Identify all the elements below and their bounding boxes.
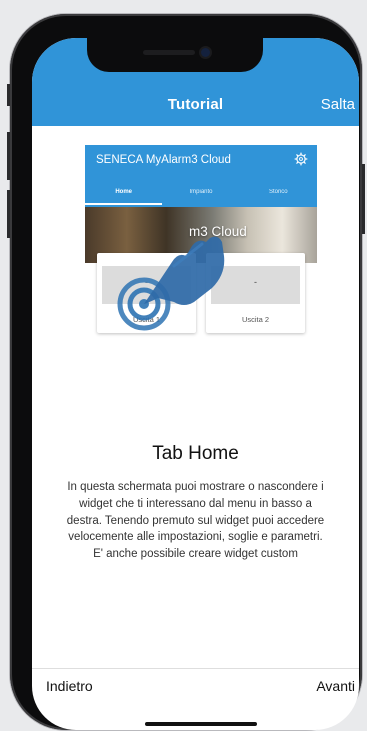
preview-tab-bar: Home Impianto Storico <box>85 183 317 201</box>
skip-button[interactable]: Salta <box>321 96 355 113</box>
preview-tab-impianto: Impianto <box>189 189 213 195</box>
section-description: In questa schermata puoi mostrare o nasc… <box>66 481 325 561</box>
phone-frame: Tutorial Salta SENECA MyAlarm3 Cloud Hom… <box>7 14 365 730</box>
preview-tab-storico: Storico <box>268 189 288 195</box>
preview-tab-home: Home <box>115 189 132 195</box>
tap-gesture-icon <box>117 236 225 331</box>
screen: Tutorial Salta SENECA MyAlarm3 Cloud Hom… <box>32 38 359 730</box>
preview-app-title: SENECA MyAlarm3 Cloud <box>96 154 231 166</box>
volume-up-button <box>7 132 10 180</box>
next-button[interactable]: Avanti <box>316 678 355 694</box>
footer-divider <box>32 668 359 669</box>
preview-tab-indicator <box>85 203 162 205</box>
mute-switch <box>7 84 10 106</box>
power-button <box>362 164 365 234</box>
notch <box>87 38 263 72</box>
volume-down-button <box>7 190 10 238</box>
camera-icon <box>201 48 210 57</box>
gear-icon <box>294 152 308 166</box>
preview-app-bar: SENECA MyAlarm3 Cloud Home Impianto Stor… <box>85 145 317 207</box>
page-title: Tutorial <box>167 96 224 113</box>
home-indicator <box>145 722 257 726</box>
section-title: Tab Home <box>152 443 239 464</box>
back-button[interactable]: Indietro <box>46 678 93 694</box>
speaker <box>143 50 195 55</box>
